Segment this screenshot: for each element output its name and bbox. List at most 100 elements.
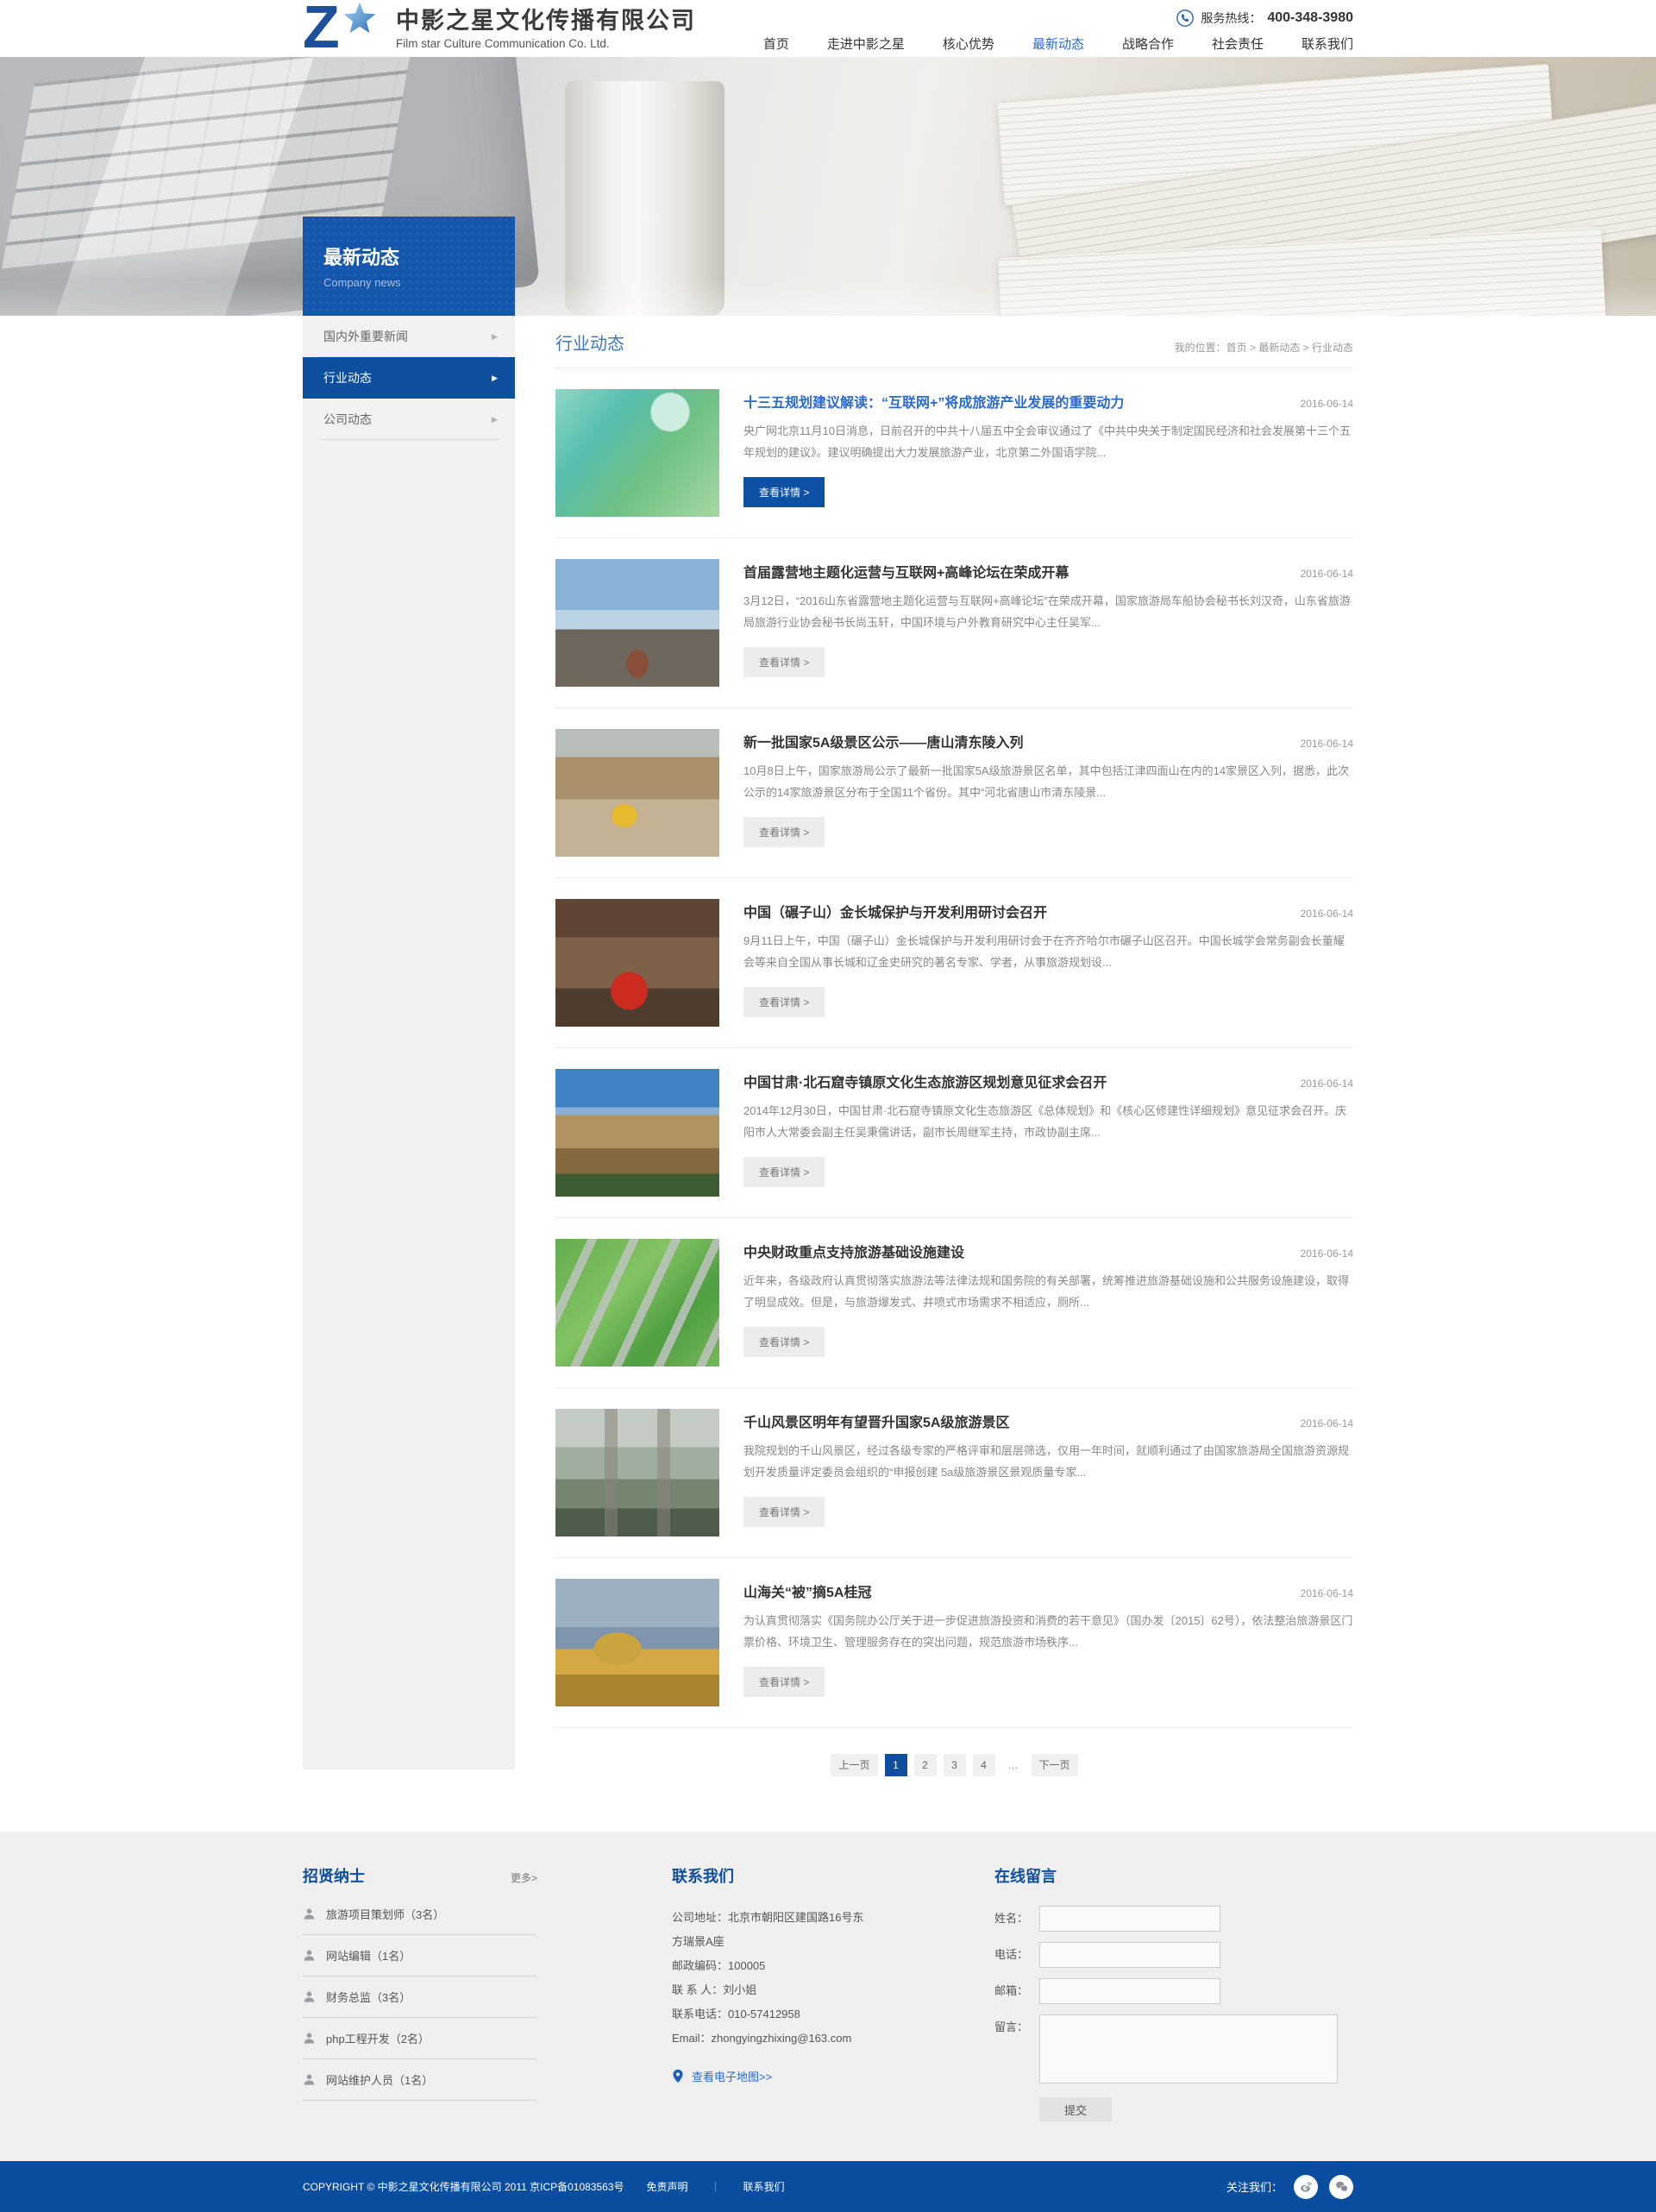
main-section: 最新动态 Company news 国内外重要新闻 ▶ 行业动态 ▶ 公司动态 … <box>0 316 1656 1776</box>
contact-link[interactable]: 联系我们 <box>743 2179 785 2194</box>
news-title[interactable]: 千山风景区明年有望晋升国家5A级旅游景区 <box>743 1411 1009 1431</box>
company-logo[interactable]: Z 中影之星文化传播有限公司 Film star Culture Communi… <box>303 3 696 53</box>
job-label: 旅游项目策划师（3名） <box>326 1906 444 1922</box>
sidebar-item[interactable]: 行业动态 ▶ <box>303 357 515 399</box>
message-title: 在线留言 <box>994 1864 1353 1887</box>
message-label: 留言： <box>994 2014 1039 2040</box>
view-details-button[interactable]: 查看详情 > <box>743 477 825 507</box>
pagination: 上一页 1 2 3 4 … 下一页 <box>555 1754 1353 1776</box>
pagination-item[interactable]: 1 <box>885 1754 907 1776</box>
name-field[interactable] <box>1039 1906 1220 1932</box>
job-label: php工程开发（2名） <box>326 2030 430 2046</box>
breadcrumb[interactable]: 我的位置：首页 > 最新动态 > 行业动态 <box>1175 340 1353 355</box>
recruit-title: 招贤纳士 <box>303 1864 365 1887</box>
news-item: 山海关“被”摘5A桂冠 2016-06-14 为认真贯彻落实《国务院办公厅关于进… <box>555 1558 1353 1728</box>
news-date: 2016-06-14 <box>1301 1587 1353 1599</box>
news-item: 十三五规划建议解读：“互联网+”将成旅游产业发展的重要动力 2016-06-14… <box>555 368 1353 538</box>
news-thumbnail[interactable] <box>555 1069 719 1197</box>
page-footer: 招贤纳士 更多> 旅游项目策划师（3名） 网站编辑（1名） 财务总监（3名） p… <box>0 1832 1656 2161</box>
weibo-icon[interactable] <box>1294 2175 1318 2199</box>
more-link[interactable]: 更多> <box>511 1870 537 1885</box>
disclaimer-link[interactable]: 免责声明 <box>647 2179 688 2194</box>
pagination-item[interactable]: 4 <box>973 1754 995 1776</box>
submit-button[interactable]: 提交 <box>1039 2097 1112 2121</box>
news-title[interactable]: 中央财政重点支持旅游基础设施建设 <box>743 1241 964 1261</box>
news-excerpt: 3月12日，“2016山东省露营地主题化运营与互联网+高峰论坛”在荣成开幕，国家… <box>743 590 1353 634</box>
hotline-label: 服务热线： <box>1201 9 1261 27</box>
message-column: 在线留言 姓名： 电话： 邮箱： 留言： 提交 <box>994 1864 1353 2121</box>
news-title[interactable]: 中国（碾子山）金长城保护与开发利用研讨会召开 <box>743 901 1047 921</box>
view-details-button[interactable]: 查看详情 > <box>743 1157 825 1187</box>
person-icon <box>303 1907 316 1920</box>
news-thumbnail[interactable] <box>555 899 719 1027</box>
view-details-button[interactable]: 查看详情 > <box>743 647 825 677</box>
news-list: 十三五规划建议解读：“互联网+”将成旅游产业发展的重要动力 2016-06-14… <box>555 368 1353 1728</box>
news-title[interactable]: 中国甘肃·北石窟寺镇原文化生态旅游区规划意见征求会召开 <box>743 1071 1107 1091</box>
news-title[interactable]: 十三五规划建议解读：“互联网+”将成旅游产业发展的重要动力 <box>743 391 1124 412</box>
news-thumbnail[interactable] <box>555 729 719 857</box>
service-hotline: 服务热线：400-348-3980 <box>1176 9 1353 28</box>
sidebar-item[interactable]: 国内外重要新闻 ▶ <box>303 316 515 357</box>
person-icon <box>303 2032 316 2045</box>
job-item[interactable]: 财务总监（3名） <box>303 1976 537 2018</box>
news-thumbnail[interactable] <box>555 389 719 517</box>
star-icon <box>341 0 379 38</box>
phone-label: 电话： <box>994 1942 1039 1968</box>
news-date: 2016-06-14 <box>1301 1247 1353 1260</box>
arrow-right-icon: ▶ <box>492 332 498 342</box>
arrow-right-icon: ▶ <box>492 415 498 424</box>
hero-banner-image <box>0 57 1656 316</box>
news-date: 2016-06-14 <box>1301 908 1353 920</box>
sidebar-item[interactable]: 公司动态 ▶ <box>303 399 515 440</box>
wechat-icon[interactable] <box>1329 2175 1353 2199</box>
nav-item[interactable]: 核心优势 <box>943 35 994 56</box>
job-item[interactable]: 网站编辑（1名） <box>303 1935 537 1976</box>
nav-item[interactable]: 战略合作 <box>1122 35 1174 56</box>
email-field[interactable] <box>1039 1978 1220 2004</box>
pagination-item[interactable]: 上一页 <box>831 1754 877 1776</box>
news-thumbnail[interactable] <box>555 1239 719 1367</box>
nav-item[interactable]: 联系我们 <box>1302 35 1353 56</box>
news-title[interactable]: 山海关“被”摘5A桂冠 <box>743 1580 871 1601</box>
main-nav: 首页 走进中影之星 核心优势 最新动态 战略合作 社会责任 联系我们 <box>763 35 1353 56</box>
sidebar-item-label: 行业动态 <box>323 369 372 386</box>
person-icon <box>303 2073 316 2086</box>
job-item[interactable]: php工程开发（2名） <box>303 2018 537 2059</box>
map-pin-icon <box>672 2069 684 2083</box>
sidebar-menu: 国内外重要新闻 ▶ 行业动态 ▶ 公司动态 ▶ <box>303 316 515 1769</box>
news-title[interactable]: 新一批国家5A级景区公示——唐山清东陵入列 <box>743 731 1023 751</box>
news-excerpt: 我院规划的千山风景区，经过各级专家的严格评审和层层筛选，仅用一年时间，就顺利通过… <box>743 1440 1353 1484</box>
banner-fade-decoration <box>0 280 1656 316</box>
nav-item[interactable]: 最新动态 <box>1032 35 1084 56</box>
pagination-item[interactable]: 3 <box>944 1754 966 1776</box>
view-details-button[interactable]: 查看详情 > <box>743 1497 825 1527</box>
pagination-item[interactable]: 下一页 <box>1032 1754 1078 1776</box>
news-thumbnail[interactable] <box>555 1579 719 1706</box>
job-item[interactable]: 网站维护人员（1名） <box>303 2059 537 2101</box>
view-details-button[interactable]: 查看详情 > <box>743 987 825 1017</box>
message-field[interactable] <box>1039 2014 1338 2083</box>
nav-item[interactable]: 社会责任 <box>1212 35 1264 56</box>
news-thumbnail[interactable] <box>555 559 719 687</box>
company-name-en: Film star Culture Communication Co. Ltd. <box>396 37 696 50</box>
sidebar-title: 最新动态 <box>323 242 515 270</box>
job-item[interactable]: 旅游项目策划师（3名） <box>303 1894 537 1935</box>
contact-line: 邮政编码：100005 <box>672 1954 922 1978</box>
pagination-item[interactable]: … <box>1002 1754 1025 1776</box>
news-excerpt: 近年来，各级政府认真贯彻落实旅游法等法律法规和国务院的有关部署，统筹推进旅游基础… <box>743 1270 1353 1314</box>
phone-icon <box>1176 9 1195 28</box>
view-details-button[interactable]: 查看详情 > <box>743 817 825 847</box>
news-excerpt: 10月8日上午，国家旅游局公示了最新一批国家5A级旅游景区名单，其中包括江津四面… <box>743 760 1353 804</box>
news-item: 千山风景区明年有望晋升国家5A级旅游景区 2016-06-14 我院规划的千山风… <box>555 1388 1353 1558</box>
nav-item[interactable]: 走进中影之星 <box>827 35 905 56</box>
news-title[interactable]: 首届露营地主题化运营与互联网+高峰论坛在荣成开幕 <box>743 561 1069 581</box>
nav-item[interactable]: 首页 <box>763 35 789 56</box>
view-details-button[interactable]: 查看详情 > <box>743 1327 825 1357</box>
news-thumbnail[interactable] <box>555 1409 719 1536</box>
map-link[interactable]: 查看电子地图>> <box>672 2068 922 2084</box>
job-list: 旅游项目策划师（3名） 网站编辑（1名） 财务总监（3名） php工程开发（2名… <box>303 1894 537 2101</box>
view-details-button[interactable]: 查看详情 > <box>743 1667 825 1697</box>
news-item: 新一批国家5A级景区公示——唐山清东陵入列 2016-06-14 10月8日上午… <box>555 708 1353 878</box>
pagination-item[interactable]: 2 <box>914 1754 937 1776</box>
phone-field[interactable] <box>1039 1942 1220 1968</box>
